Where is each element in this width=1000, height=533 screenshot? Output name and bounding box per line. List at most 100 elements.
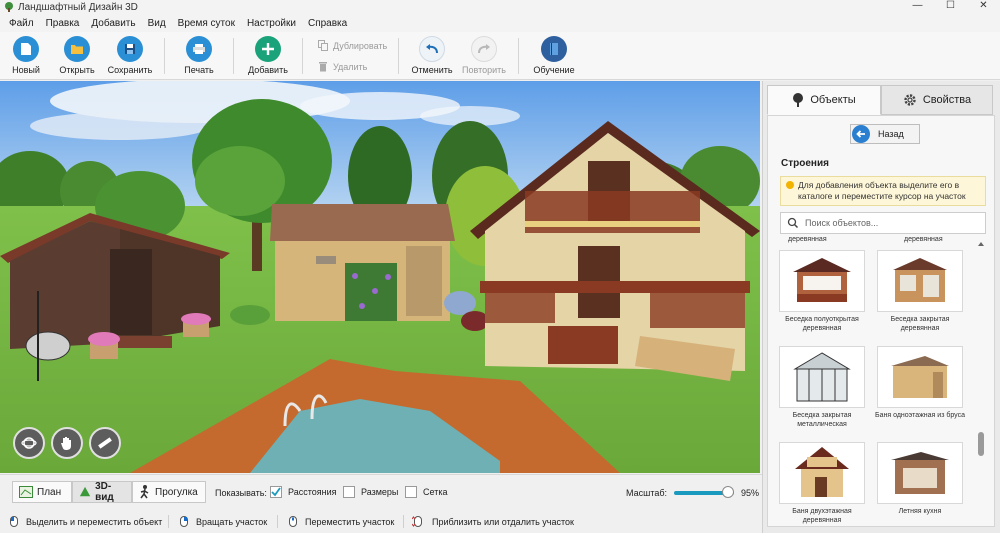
- catalog-item[interactable]: Баня двухэтажная деревянная: [774, 442, 870, 525]
- mouse-right-icon: [180, 516, 188, 527]
- summer-kitchen-thumbnail: [877, 442, 963, 504]
- 3d-viewport[interactable]: [0, 81, 760, 473]
- open-button-label: Открыть: [59, 65, 95, 75]
- new-button[interactable]: Новый: [0, 36, 52, 75]
- gazebo-semi-open-thumbnail: [779, 250, 865, 312]
- app-logo-icon: [5, 2, 13, 12]
- menu-file[interactable]: Файл: [3, 18, 40, 29]
- learn-button-label: Обучение: [533, 65, 575, 75]
- scrollbar-thumb[interactable]: [978, 432, 984, 456]
- catalog-item-name: Беседка закрытая деревянная: [890, 316, 950, 332]
- tab-plan[interactable]: План: [12, 481, 72, 503]
- menu-add[interactable]: Добавить: [85, 18, 141, 29]
- back-arrow-icon: [852, 125, 870, 143]
- folder-icon: [64, 36, 90, 62]
- catalog-item[interactable]: Летняя кухня: [872, 442, 968, 516]
- duplicate-icon: [318, 40, 328, 51]
- search-icon: [787, 217, 799, 229]
- gazebo-closed-wooden-thumbnail: [877, 250, 963, 312]
- print-button-label: Печать: [184, 65, 214, 75]
- minimize-button[interactable]: —: [901, 0, 934, 14]
- catalog-item[interactable]: Баня одноэтажная из бруса: [872, 346, 968, 420]
- open-button[interactable]: Открыть: [51, 36, 103, 75]
- plan-map-icon: [19, 486, 33, 498]
- catalog-item[interactable]: Беседка закрытая деревянная: [872, 250, 968, 333]
- toolbar-divider: [302, 38, 303, 74]
- menu-help[interactable]: Справка: [302, 18, 353, 29]
- catalog-item[interactable]: Беседка полуоткрытая деревянная: [774, 250, 870, 333]
- back-button[interactable]: Назад: [850, 124, 920, 144]
- 3d-tree-icon: [79, 486, 91, 497]
- book-icon: [541, 36, 567, 62]
- tab-properties[interactable]: Свойства: [881, 85, 993, 115]
- catalog-item-name: Беседка закрытая металлическая: [792, 412, 852, 428]
- toolbar: Новый Открыть Сохранить Печать Добавить …: [0, 32, 1000, 80]
- scroll-up-icon[interactable]: [976, 240, 986, 248]
- objects-pane: Назад Строения Для добавления объекта вы…: [767, 115, 995, 527]
- floppy-disk-icon: [117, 36, 143, 62]
- add-button-label: Добавить: [248, 65, 288, 75]
- rotate-view-button[interactable]: [13, 427, 45, 459]
- zoom-slider-handle[interactable]: [722, 486, 734, 498]
- catalog-item-name: Летняя кухня: [898, 508, 942, 515]
- measure-button[interactable]: [89, 427, 121, 459]
- redo-button[interactable]: Повторить: [458, 36, 510, 75]
- toolbar-divider: [233, 38, 234, 74]
- garden-scene-render: [0, 81, 760, 473]
- ruler-icon: [98, 437, 112, 449]
- new-button-label: Новый: [12, 65, 40, 75]
- catalog-scrollbar[interactable]: [976, 240, 986, 526]
- tab-3d-view[interactable]: 3D-вид: [72, 481, 132, 503]
- pan-view-button[interactable]: [51, 427, 83, 459]
- category-title: Строения: [781, 158, 829, 169]
- undo-button-label: Отменить: [411, 65, 453, 75]
- toolbar-divider: [398, 38, 399, 74]
- search-box[interactable]: [780, 212, 986, 234]
- menu-view[interactable]: Вид: [142, 18, 172, 29]
- tab-objects[interactable]: Объекты: [767, 85, 881, 115]
- maximize-button[interactable]: ☐: [934, 0, 967, 14]
- catalog-grid: деревянная деревянная Беседка полуоткрыт…: [772, 236, 972, 526]
- print-button[interactable]: Печать: [173, 36, 225, 75]
- save-button[interactable]: Сохранить: [104, 36, 156, 75]
- hint-rotate-text: Вращать участок: [196, 516, 268, 527]
- delete-button[interactable]: Удалить: [318, 61, 367, 72]
- catalog-panel: Объекты Свойства Назад Строения Для доба…: [762, 81, 1000, 533]
- catalog-item-name: Баня одноэтажная из бруса: [875, 412, 965, 419]
- mouse-wheel-icon: [289, 516, 297, 527]
- tab-objects-label: Объекты: [810, 94, 856, 106]
- learn-button[interactable]: Обучение: [528, 36, 580, 75]
- window-controls: — ☐ ✕: [901, 0, 1000, 14]
- grid-checkbox-label: Сетка: [423, 487, 448, 497]
- gear-icon: [904, 94, 916, 106]
- gazebo-closed-metal-thumbnail: [779, 346, 865, 408]
- close-button[interactable]: ✕: [967, 0, 1000, 14]
- distances-checkbox-label: Расстояния: [288, 487, 337, 497]
- checkmark-icon: [271, 487, 281, 497]
- checkbox-box: [270, 486, 282, 498]
- duplicate-button[interactable]: Дублировать: [318, 40, 387, 51]
- add-button[interactable]: Добавить: [242, 36, 294, 75]
- grid-checkbox[interactable]: Сетка: [405, 486, 447, 498]
- tab-walk[interactable]: Прогулка: [132, 481, 206, 503]
- hint-move: Переместить участок: [289, 516, 394, 527]
- hint-zoom: Приблизить или отдалить участок: [412, 516, 574, 527]
- checkbox-box: [405, 486, 417, 498]
- zoom-value: 95%: [741, 488, 760, 498]
- plus-icon: [255, 36, 281, 62]
- status-bar: Выделить и переместить объект Вращать уч…: [0, 510, 762, 533]
- distances-checkbox[interactable]: Расстояния: [270, 486, 336, 498]
- menu-edit[interactable]: Правка: [40, 18, 86, 29]
- view-mode-bar: План 3D-вид Прогулка Показывать: Расстоя…: [0, 474, 762, 510]
- menu-time-of-day[interactable]: Время суток: [172, 18, 241, 29]
- menu-settings[interactable]: Настройки: [241, 18, 302, 29]
- undo-icon: [419, 36, 445, 62]
- catalog-item-partial-label: деревянная: [904, 236, 943, 243]
- delete-button-label: Удалить: [333, 61, 368, 72]
- trash-icon: [319, 62, 327, 72]
- catalog-item[interactable]: Беседка закрытая металлическая: [774, 346, 870, 429]
- search-input[interactable]: [805, 218, 975, 228]
- catalog-item-name: Беседка полуоткрытая деревянная: [785, 316, 859, 332]
- dimensions-checkbox[interactable]: Размеры: [343, 486, 398, 498]
- undo-button[interactable]: Отменить: [406, 36, 458, 75]
